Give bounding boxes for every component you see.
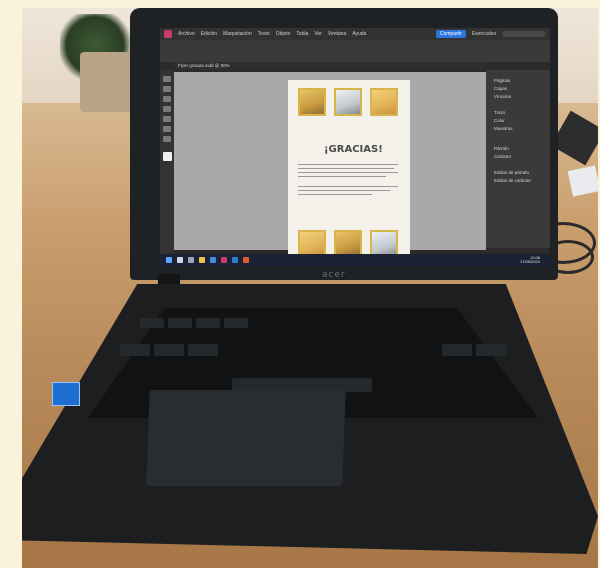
panel-item-color[interactable]: Color (494, 118, 505, 123)
menu-item-ventana[interactable]: Ventana (328, 31, 346, 37)
selection-tool-icon[interactable] (163, 76, 171, 82)
panel-item-estilos-parrafo[interactable]: Estilos de párrafo (494, 170, 529, 175)
menu-item-tabla[interactable]: Tabla (296, 31, 308, 37)
photo-thumbnail[interactable] (370, 88, 398, 116)
panel-item-trazo[interactable]: Trazo (494, 110, 505, 115)
panel-item-estilos-caracter[interactable]: Estilos de carácter (494, 178, 531, 183)
app-menubar: Archivo Edición Maquetación Texto Objeto… (160, 28, 550, 40)
menu-item-texto[interactable]: Texto (258, 31, 270, 37)
cpu-sticker (52, 382, 80, 406)
pen-tool-icon[interactable] (163, 106, 171, 112)
keyboard-key (140, 318, 164, 328)
zoom-tool-icon[interactable] (163, 136, 171, 142)
share-button[interactable]: Compartir (435, 30, 466, 38)
panel-item-parrafo[interactable]: Párrafo (494, 146, 509, 151)
right-panel: Páginas Capas Vínculos Trazo Color Muest… (486, 70, 550, 248)
hand-tool-icon[interactable] (163, 126, 171, 132)
control-bar (160, 40, 550, 62)
keyboard-key (188, 344, 218, 356)
search-field[interactable] (502, 31, 546, 37)
document-tab[interactable]: Flyer gracias.indd @ 50% (174, 62, 484, 70)
clock-date: 17/05/2024 (519, 259, 540, 264)
touchpad (146, 390, 346, 486)
task-view-icon[interactable] (188, 257, 194, 263)
keyboard-key (168, 318, 192, 328)
brand-logo: acer (322, 270, 346, 280)
tools-panel (160, 70, 174, 266)
photo-scene: Archivo Edición Maquetación Texto Objeto… (22, 8, 598, 568)
body-text-line (298, 176, 386, 177)
panel-item-muestras[interactable]: Muestras (494, 126, 513, 131)
paper-on-desk (567, 165, 598, 197)
windows-taskbar: 12:06 17/05/2024 (160, 254, 550, 266)
body-text-line (298, 190, 390, 191)
type-tool-icon[interactable] (163, 96, 171, 102)
keyboard-key (224, 318, 248, 328)
body-text-line (298, 168, 394, 169)
panel-item-caracter[interactable]: Carácter (494, 154, 511, 159)
mail-icon[interactable] (232, 257, 238, 263)
keyboard-key (442, 344, 472, 356)
menu-item-ayuda[interactable]: Ayuda (352, 31, 366, 37)
file-explorer-icon[interactable] (199, 257, 205, 263)
search-icon[interactable] (177, 257, 183, 263)
panel-item-capas[interactable]: Capas (494, 86, 507, 91)
system-clock[interactable]: 12:06 17/05/2024 (519, 255, 540, 265)
photo-thumbnail[interactable] (298, 88, 326, 116)
keyboard-key (476, 344, 506, 356)
photo-thumbnail[interactable] (334, 88, 362, 116)
indesign-taskbar-icon[interactable] (221, 257, 227, 263)
body-text-line (298, 194, 372, 195)
menu-item-objeto[interactable]: Objeto (276, 31, 291, 37)
panel-item-paginas[interactable]: Páginas (494, 78, 510, 83)
app-icon (164, 30, 172, 38)
menu-item-ver[interactable]: Ver (314, 31, 322, 37)
menu-item-archivo[interactable]: Archivo (178, 31, 195, 37)
app-icon[interactable] (243, 257, 249, 263)
keyboard-key (154, 344, 184, 356)
body-text-line (298, 164, 398, 165)
body-text-line (298, 172, 398, 173)
menu-item-edicion[interactable]: Edición (201, 31, 217, 37)
workspace-selector[interactable]: Esenciales (472, 31, 496, 37)
panel-item-vinculos[interactable]: Vínculos (494, 94, 511, 99)
direct-selection-tool-icon[interactable] (163, 86, 171, 92)
laptop-screen: Archivo Edición Maquetación Texto Objeto… (160, 28, 550, 266)
fill-stroke-swatch-icon[interactable] (163, 152, 172, 161)
browser-icon[interactable] (210, 257, 216, 263)
body-text-line (298, 186, 398, 187)
page-heading[interactable]: ¡GRACIAS! (324, 144, 383, 155)
keyboard-key (120, 344, 150, 356)
rectangle-frame-tool-icon[interactable] (163, 116, 171, 122)
document-page: ¡GRACIAS! (288, 80, 410, 260)
keyboard-key (196, 318, 220, 328)
menu-item-maquetacion[interactable]: Maquetación (223, 31, 252, 37)
start-icon[interactable] (166, 257, 172, 263)
